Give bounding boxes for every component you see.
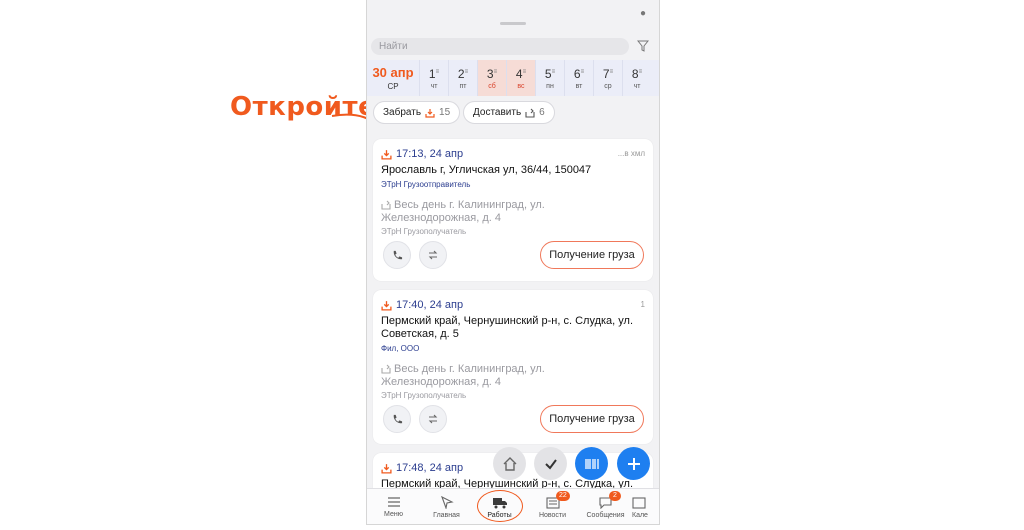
phone-screen: ● Найти 30 апр СР 1≡ чт 2≡ пт 3≡ сб 4≡ вс 5≡…: [366, 0, 660, 525]
drag-handle[interactable]: [500, 22, 526, 25]
nav-messages[interactable]: 2 Сообщения: [579, 489, 632, 524]
menu-icon: [387, 497, 400, 507]
plus-icon: [627, 457, 640, 470]
calendar-icon: [632, 496, 646, 509]
status-bar: ●: [367, 0, 659, 28]
news-badge: 22: [556, 491, 570, 501]
date-strip: 30 апр СР 1≡ чт 2≡ пт 3≡ сб 4≡ вс 5≡ пн 6≡ вт …: [367, 60, 659, 96]
receiver-org: ЭТрН Грузополучатель: [381, 227, 467, 236]
scan-fab[interactable]: [575, 447, 608, 480]
receive-cargo-button[interactable]: Получение груза: [540, 405, 644, 433]
job-time: 17:40, 24 апр: [381, 299, 463, 311]
deliver-filter-chip[interactable]: Доставить 6: [463, 101, 555, 124]
pickup-address: Пермский край, Чернушинский р-н, с. Слуд…: [381, 315, 634, 340]
nav-menu[interactable]: Меню: [367, 489, 420, 524]
annotation-highlight: [477, 490, 523, 522]
pickup-icon: [381, 463, 392, 474]
deliver-icon: [381, 364, 391, 374]
nav-news[interactable]: 22 Новости: [526, 489, 579, 524]
add-fab[interactable]: [617, 447, 650, 480]
job-note: ...в хмл: [617, 149, 645, 158]
delivery-address: Весь день г. Калининград, ул. Железнодор…: [381, 199, 545, 224]
date-day[interactable]: 7≡ ср: [593, 60, 622, 96]
home-icon: [440, 495, 454, 509]
done-fab[interactable]: [534, 447, 567, 480]
location-icon: ●: [640, 8, 647, 19]
date-today[interactable]: 30 апр СР: [367, 60, 419, 96]
sender-org: ЭТрН Грузоотправитель: [381, 180, 471, 189]
route-button[interactable]: [419, 241, 447, 269]
date-day[interactable]: 2≡ пт: [448, 60, 477, 96]
date-day[interactable]: 6≡ вт: [564, 60, 593, 96]
search-input[interactable]: Найти: [371, 38, 629, 55]
home-fab[interactable]: [493, 447, 526, 480]
nav-home[interactable]: Главная: [420, 489, 473, 524]
pickup-icon: [381, 149, 392, 160]
sender-org: Фил, ООО: [381, 344, 420, 353]
receiver-org: ЭТрН Грузополучатель: [381, 391, 467, 400]
date-day[interactable]: 8≡ чт: [622, 60, 651, 96]
job-card[interactable]: 17:40, 24 апр 1 Пермский край, Чернушинс…: [373, 290, 653, 444]
pickup-icon: [425, 108, 435, 118]
date-day[interactable]: 5≡ пн: [535, 60, 564, 96]
date-day[interactable]: 4≡ вс: [506, 60, 535, 96]
barcode-icon: [584, 458, 599, 469]
job-time: 17:48, 24 апр: [381, 462, 463, 474]
date-day[interactable]: 3≡ сб: [477, 60, 506, 96]
route-icon: [428, 414, 438, 424]
home-icon: [503, 456, 516, 471]
job-time: 17:13, 24 апр: [381, 148, 463, 160]
job-card[interactable]: 17:13, 24 апр ...в хмл Ярославль г, Угли…: [373, 139, 653, 281]
phone-icon: [393, 414, 402, 423]
pickup-address: Ярославль г, Угличская ул, 36/44, 150047: [381, 164, 592, 176]
pickup-icon: [381, 300, 392, 311]
call-button[interactable]: [383, 405, 411, 433]
check-icon: [544, 458, 557, 470]
deliver-icon: [381, 200, 391, 210]
job-note: 1: [640, 300, 645, 309]
route-button[interactable]: [419, 405, 447, 433]
messages-badge: 2: [609, 491, 621, 501]
call-button[interactable]: [383, 241, 411, 269]
deliver-icon: [525, 108, 535, 118]
route-icon: [428, 250, 438, 260]
phone-icon: [393, 250, 402, 259]
delivery-address: Весь день г. Калининград, ул. Железнодор…: [381, 363, 545, 388]
receive-cargo-button[interactable]: Получение груза: [540, 241, 644, 269]
pickup-filter-chip[interactable]: Забрать 15: [373, 101, 461, 124]
nav-calendar[interactable]: Кале: [632, 489, 659, 524]
date-day[interactable]: 1≡ чт: [419, 60, 448, 96]
filter-icon[interactable]: [637, 40, 649, 52]
